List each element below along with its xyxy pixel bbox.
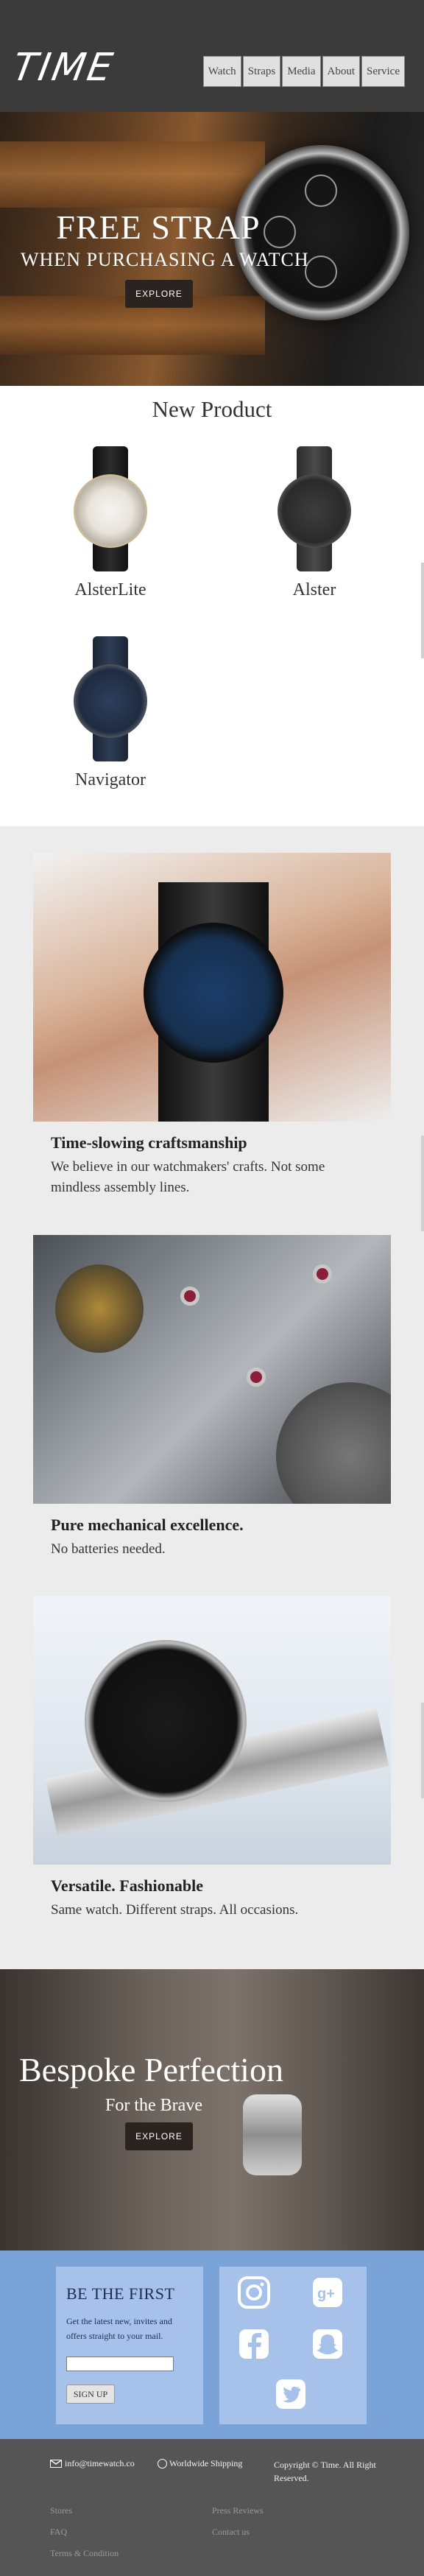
svg-text:g+: g+ [317,2286,335,2302]
signup-button[interactable]: SIGN UP [66,2385,115,2404]
google-plus-icon[interactable]: g+ [309,2274,346,2311]
hero-title: FREE STRAP [56,208,261,246]
product-image [66,636,155,761]
snapchat-icon[interactable] [309,2326,346,2362]
bespoke-title: Bespoke Perfection [19,2051,283,2088]
bespoke-explore-button[interactable]: EXPLORE [125,2122,193,2150]
signup-card: BE THE FIRST Get the latest new, invites… [56,2267,203,2424]
watch-subdial [305,256,337,288]
footer-link-faq[interactable]: FAQ [50,2527,67,2538]
hero-explore-button[interactable]: EXPLORE [125,280,193,308]
hero-subtitle: WHEN PURCHASING A WATCH [21,249,309,270]
footer-email-text: info@timewatch.co [65,2458,135,2468]
signup-title: BE THE FIRST [66,2284,175,2303]
site-header: TIME Watch Straps Media About Service [0,0,424,112]
bespoke-watch-image [243,2094,302,2175]
bespoke-banner: Bespoke Perfection For the Brave EXPLORE [0,1969,424,2251]
product-image [66,446,155,571]
features-section: Time-slowing craftsmanship We believe in… [0,826,424,1969]
product-name: Navigator [75,770,146,789]
email-field[interactable] [66,2357,174,2371]
scrollbar[interactable] [421,563,424,658]
globe-icon [158,2459,167,2468]
nav-item-watch[interactable]: Watch [202,56,241,87]
site-footer: info@timewatch.co Worldwide Shipping Cop… [0,2439,424,2576]
footer-link-contact[interactable]: Contact us [212,2527,250,2538]
footer-copyright: Copyright © Time. All Right Reserved. [274,2460,376,2483]
product-name: Alster [292,580,336,599]
feature-text: No batteries needed. [51,1541,166,1557]
feature-image [33,1596,391,1865]
feature-card: Pure mechanical excellence. No batteries… [33,1235,391,1560]
section-title: New Product [152,396,272,422]
feature-heading: Pure mechanical excellence. [51,1516,244,1534]
watch-subdial [305,175,337,207]
feature-image [33,1235,391,1504]
product-image [270,446,358,571]
footer-shipping-text: Worldwide Shipping [169,2458,243,2468]
social-card: g+ [219,2267,367,2424]
footer-link-press-reviews[interactable]: Press Reviews [212,2505,264,2516]
nav-item-service[interactable]: Service [361,56,405,87]
feature-heading: Time-slowing craftsmanship [51,1133,247,1152]
signup-text: Get the latest new, invites and offers s… [66,2316,172,2341]
signup-section: BE THE FIRST Get the latest new, invites… [0,2251,424,2439]
footer-email[interactable]: info@timewatch.co [50,2458,135,2469]
product-card[interactable]: AlsterLite [26,446,195,600]
hero-banner: FREE STRAP WHEN PURCHASING A WATCH EXPLO… [0,112,424,386]
product-name: AlsterLite [74,580,146,599]
mail-icon [50,2460,62,2468]
main-nav: Watch Straps Media About Service [202,56,405,87]
product-card[interactable]: Navigator [26,636,195,790]
scrollbar[interactable] [421,1703,424,1798]
nav-item-media[interactable]: Media [282,56,321,87]
bespoke-subtitle: For the Brave [105,2096,202,2115]
feature-card: Versatile. Fashionable Same watch. Diffe… [33,1596,391,1921]
footer-shipping: Worldwide Shipping [158,2458,242,2469]
footer-link-terms[interactable]: Terms & Condition [50,2548,119,2559]
facebook-icon[interactable] [236,2326,272,2362]
feature-text: We believe in our watchmakers' crafts. N… [51,1159,325,1195]
hero-strap-image [0,141,265,208]
feature-image [33,853,391,1122]
nav-item-straps[interactable]: Straps [242,56,281,87]
feature-heading: Versatile. Fashionable [51,1876,203,1895]
nav-item-about[interactable]: About [322,56,361,87]
feature-text: Same watch. Different straps. All occasi… [51,1902,299,1918]
scrollbar[interactable] [421,1136,424,1231]
footer-link-stores[interactable]: Stores [50,2505,72,2516]
logo[interactable]: TIME [10,46,118,90]
new-product-section: New Product AlsterLite Alster Navigator [0,386,424,826]
twitter-icon[interactable] [272,2376,309,2413]
product-card[interactable]: Alster [230,446,399,600]
instagram-icon[interactable] [236,2274,272,2311]
feature-card: Time-slowing craftsmanship We believe in… [33,853,391,1198]
